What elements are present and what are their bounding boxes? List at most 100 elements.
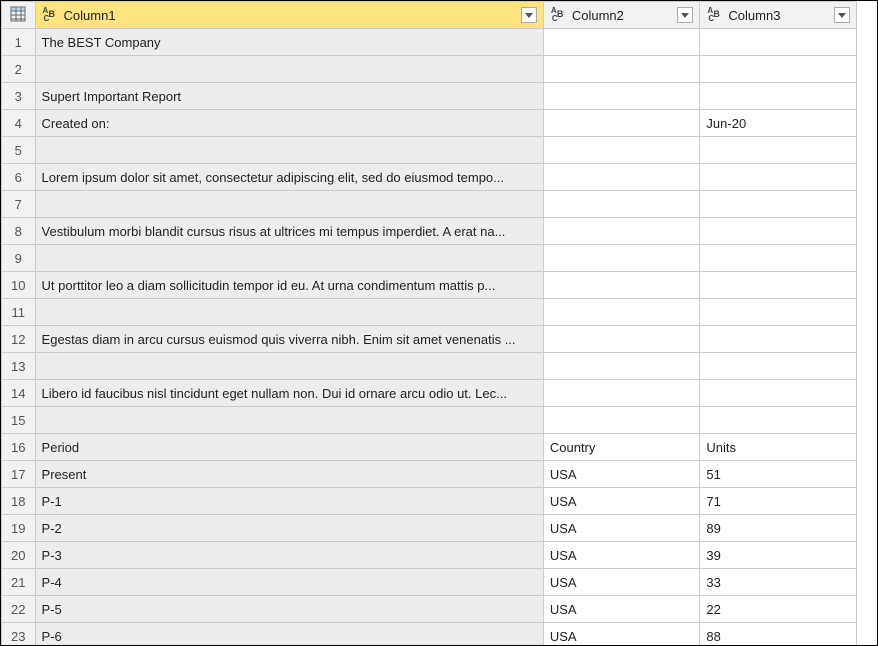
row-number[interactable]: 11 [2, 299, 36, 326]
table-row[interactable]: 13 [2, 353, 857, 380]
table-row[interactable]: 20P-3USA39 [2, 542, 857, 569]
cell-column3[interactable] [700, 191, 857, 218]
cell-column3[interactable]: 33 [700, 569, 857, 596]
table-row[interactable]: 18P-1USA71 [2, 488, 857, 515]
cell-column2[interactable] [543, 83, 700, 110]
cell-column3[interactable] [700, 164, 857, 191]
cell-column3[interactable] [700, 326, 857, 353]
cell-column1[interactable] [35, 299, 543, 326]
cell-column3[interactable]: Jun-20 [700, 110, 857, 137]
table-row[interactable]: 14Libero id faucibus nisl tincidunt eget… [2, 380, 857, 407]
cell-column1[interactable]: Libero id faucibus nisl tincidunt eget n… [35, 380, 543, 407]
cell-column1[interactable]: P-4 [35, 569, 543, 596]
cell-column3[interactable] [700, 407, 857, 434]
cell-column3[interactable]: 88 [700, 623, 857, 646]
table-row[interactable]: 22P-5USA22 [2, 596, 857, 623]
column-filter-button[interactable] [521, 7, 537, 23]
cell-column2[interactable] [543, 137, 700, 164]
table-row[interactable]: 5 [2, 137, 857, 164]
cell-column1[interactable]: P-3 [35, 542, 543, 569]
table-row[interactable]: 12Egestas diam in arcu cursus euismod qu… [2, 326, 857, 353]
cell-column2[interactable] [543, 218, 700, 245]
cell-column2[interactable]: USA [543, 569, 700, 596]
cell-column1[interactable] [35, 353, 543, 380]
cell-column3[interactable] [700, 29, 857, 56]
row-number[interactable]: 21 [2, 569, 36, 596]
cell-column3[interactable]: 51 [700, 461, 857, 488]
cell-column1[interactable]: Created on: [35, 110, 543, 137]
cell-column1[interactable]: P-1 [35, 488, 543, 515]
row-number[interactable]: 6 [2, 164, 36, 191]
cell-column3[interactable]: 39 [700, 542, 857, 569]
table-row[interactable]: 3Supert Important Report [2, 83, 857, 110]
cell-column3[interactable] [700, 83, 857, 110]
cell-column2[interactable] [543, 164, 700, 191]
cell-column2[interactable] [543, 353, 700, 380]
column-filter-button[interactable] [677, 7, 693, 23]
cell-column1[interactable]: Period [35, 434, 543, 461]
cell-column1[interactable]: Present [35, 461, 543, 488]
row-number[interactable]: 19 [2, 515, 36, 542]
row-number[interactable]: 1 [2, 29, 36, 56]
cell-column2[interactable] [543, 272, 700, 299]
cell-column1[interactable] [35, 56, 543, 83]
text-type-icon[interactable]: ABC [704, 5, 724, 25]
cell-column3[interactable]: 22 [700, 596, 857, 623]
cell-column2[interactable] [543, 299, 700, 326]
table-row[interactable]: 16PeriodCountryUnits [2, 434, 857, 461]
cell-column3[interactable] [700, 137, 857, 164]
text-type-icon[interactable]: ABC [40, 5, 60, 25]
cell-column1[interactable]: P-6 [35, 623, 543, 646]
row-number[interactable]: 18 [2, 488, 36, 515]
row-number[interactable]: 7 [2, 191, 36, 218]
cell-column1[interactable]: Ut porttitor leo a diam sollicitudin tem… [35, 272, 543, 299]
cell-column3[interactable] [700, 380, 857, 407]
cell-column2[interactable] [543, 245, 700, 272]
cell-column1[interactable]: Lorem ipsum dolor sit amet, consectetur … [35, 164, 543, 191]
table-row[interactable]: 1The BEST Company [2, 29, 857, 56]
cell-column3[interactable]: 89 [700, 515, 857, 542]
cell-column3[interactable] [700, 272, 857, 299]
column-filter-button[interactable] [834, 7, 850, 23]
cell-column3[interactable]: Units [700, 434, 857, 461]
cell-column1[interactable] [35, 191, 543, 218]
table-row[interactable]: 2 [2, 56, 857, 83]
cell-column2[interactable]: Country [543, 434, 700, 461]
cell-column1[interactable] [35, 407, 543, 434]
row-number[interactable]: 9 [2, 245, 36, 272]
cell-column2[interactable] [543, 191, 700, 218]
select-all-corner[interactable] [2, 2, 36, 29]
column-header-column1[interactable]: ABC Column1 [35, 2, 543, 29]
cell-column2[interactable]: USA [543, 596, 700, 623]
row-number[interactable]: 10 [2, 272, 36, 299]
cell-column2[interactable]: USA [543, 623, 700, 646]
table-row[interactable]: 21P-4USA33 [2, 569, 857, 596]
cell-column2[interactable]: USA [543, 515, 700, 542]
table-row[interactable]: 4Created on:Jun-20 [2, 110, 857, 137]
table-row[interactable]: 7 [2, 191, 857, 218]
cell-column2[interactable] [543, 56, 700, 83]
table-row[interactable]: 6Lorem ipsum dolor sit amet, consectetur… [2, 164, 857, 191]
cell-column3[interactable] [700, 56, 857, 83]
cell-column2[interactable] [543, 326, 700, 353]
table-row[interactable]: 9 [2, 245, 857, 272]
cell-column1[interactable]: P-5 [35, 596, 543, 623]
row-number[interactable]: 12 [2, 326, 36, 353]
cell-column2[interactable]: USA [543, 542, 700, 569]
row-number[interactable]: 3 [2, 83, 36, 110]
row-number[interactable]: 15 [2, 407, 36, 434]
cell-column1[interactable]: The BEST Company [35, 29, 543, 56]
cell-column2[interactable] [543, 29, 700, 56]
text-type-icon[interactable]: ABC [548, 5, 568, 25]
cell-column1[interactable]: P-2 [35, 515, 543, 542]
row-number[interactable]: 20 [2, 542, 36, 569]
cell-column1[interactable] [35, 137, 543, 164]
row-number[interactable]: 14 [2, 380, 36, 407]
table-row[interactable]: 17PresentUSA51 [2, 461, 857, 488]
row-number[interactable]: 22 [2, 596, 36, 623]
cell-column1[interactable]: Egestas diam in arcu cursus euismod quis… [35, 326, 543, 353]
cell-column2[interactable]: USA [543, 488, 700, 515]
cell-column2[interactable] [543, 110, 700, 137]
table-row[interactable]: 8Vestibulum morbi blandit cursus risus a… [2, 218, 857, 245]
cell-column1[interactable] [35, 245, 543, 272]
